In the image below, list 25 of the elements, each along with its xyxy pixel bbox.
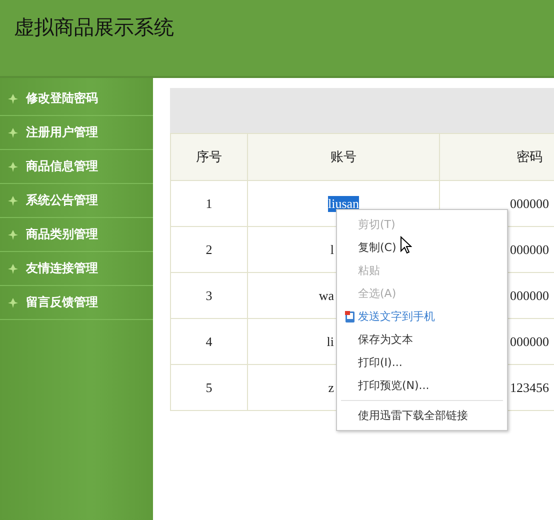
column-header: 密码 [440, 134, 554, 181]
column-header: 账号 [248, 134, 440, 181]
leaf-icon [8, 196, 18, 206]
table-cell: 1 [171, 181, 248, 227]
leaf-icon [8, 94, 18, 104]
sidebar-item[interactable]: 友情连接管理 [0, 252, 153, 286]
sidebar-item[interactable]: 系统公告管理 [0, 184, 153, 218]
sidebar-item[interactable]: 注册用户管理 [0, 116, 153, 150]
sidebar-item[interactable]: 留言反馈管理 [0, 286, 153, 320]
sidebar-item[interactable]: 商品类别管理 [0, 218, 153, 252]
column-header: 序号 [171, 134, 248, 181]
leaf-icon [8, 298, 18, 308]
leaf-icon [8, 230, 18, 240]
table-cell: 2 [171, 227, 248, 273]
table-cell: 3 [171, 273, 248, 319]
sidebar-item[interactable]: 修改登陆密码 [0, 82, 153, 116]
phone-icon [345, 310, 355, 322]
table-cell: 5 [171, 365, 248, 411]
sidebar-item[interactable]: 商品信息管理 [0, 150, 153, 184]
leaf-icon [8, 128, 18, 138]
table-cell: 4 [171, 319, 248, 365]
leaf-icon [8, 162, 18, 172]
cursor-icon [400, 236, 412, 254]
leaf-icon [8, 264, 18, 274]
app-title: 虚拟商品展示系统 [14, 14, 174, 41]
